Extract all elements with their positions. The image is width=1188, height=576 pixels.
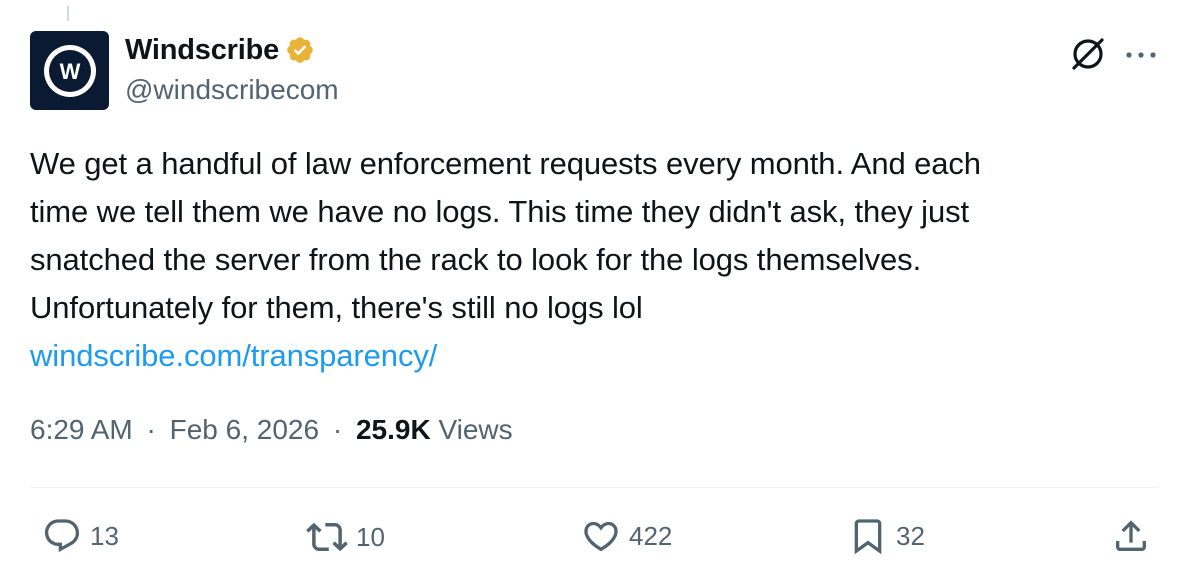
tweet-text-line: time we tell them we have no logs. This …: [30, 194, 970, 229]
transparency-link[interactable]: windscribe.com/transparency/: [30, 332, 1150, 380]
avatar[interactable]: W: [30, 31, 109, 110]
display-name[interactable]: Windscribe: [125, 34, 279, 67]
author-name-row: Windscribe: [125, 33, 315, 67]
tweet-text: We get a handful of law enforcement requ…: [30, 140, 1150, 380]
tweet-time[interactable]: 6:29 AM: [30, 414, 133, 445]
share-icon: [1116, 520, 1146, 551]
more-options-icon[interactable]: [1124, 50, 1158, 60]
like-count: 422: [629, 520, 673, 551]
reply-icon: [44, 519, 80, 553]
meta-separator: ·: [332, 414, 343, 445]
repost-icon: [306, 522, 348, 552]
like-button[interactable]: 422: [581, 516, 672, 556]
views-count: 25.9K: [355, 414, 431, 445]
tweet-date[interactable]: Feb 6, 2026: [170, 414, 319, 445]
share-button[interactable]: [1111, 516, 1151, 556]
thread-connector-line: [67, 6, 69, 21]
views-label: Views: [438, 414, 513, 445]
bookmark-icon: [854, 519, 882, 555]
tweet-card: W Windscribe @windscribecom We get a han…: [0, 0, 1188, 576]
actions-divider: [30, 487, 1158, 488]
reply-count: 13: [90, 520, 119, 551]
windscribe-logo-icon: W: [43, 44, 96, 97]
tweet-text-line: Unfortunately for them, there's still no…: [30, 290, 643, 325]
avatar-letter: W: [59, 59, 80, 84]
reply-button[interactable]: 13: [42, 516, 119, 556]
repost-button[interactable]: 10: [306, 516, 385, 558]
tweet-meta: 6:29 AM · Feb 6, 2026 · 25.9K Views: [30, 414, 513, 446]
grok-icon[interactable]: [1068, 34, 1108, 74]
meta-separator: ·: [146, 414, 156, 445]
bookmark-count: 32: [896, 520, 925, 551]
like-icon: [584, 521, 618, 552]
tweet-text-line: We get a handful of law enforcement requ…: [30, 146, 981, 181]
author-handle[interactable]: @windscribecom: [125, 74, 339, 106]
verified-badge-icon: [287, 37, 313, 63]
repost-count: 10: [356, 521, 385, 552]
tweet-text-line: snatched the server from the rack to loo…: [30, 242, 922, 277]
bookmark-button[interactable]: 32: [848, 516, 925, 556]
